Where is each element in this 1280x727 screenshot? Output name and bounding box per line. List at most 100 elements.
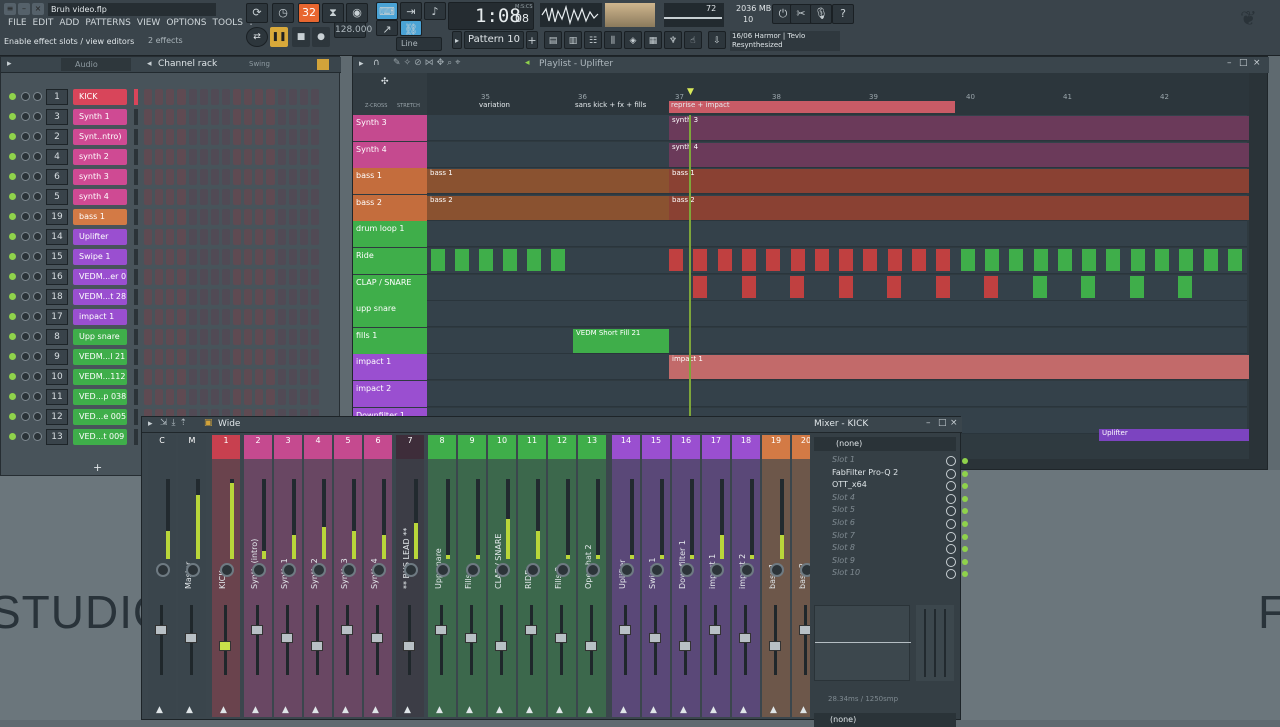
step-button[interactable] [210,149,219,165]
fader-cap[interactable] [709,625,721,635]
channel-pan-knob[interactable] [21,352,30,361]
mixer-pan-knob[interactable] [526,563,540,577]
channel-pan-knob[interactable] [21,332,30,341]
pattern-clip[interactable]: synth 3 [669,116,1249,140]
mixer-close-button[interactable]: × [950,418,958,428]
step-button[interactable] [166,229,175,245]
channel-row[interactable]: 19 bass 1 [1,207,341,227]
step-button[interactable] [188,269,197,285]
fader-cap[interactable] [155,625,167,635]
mixer-pan-knob[interactable] [710,563,724,577]
channel-mute-led[interactable] [9,93,16,100]
metronome-icon[interactable]: ◷ [272,3,294,23]
step-sequencer[interactable] [144,89,319,105]
channel-mixer-track[interactable]: 9 [46,349,68,365]
snap-tool-icon[interactable]: ∩ [373,58,380,68]
effect-slot[interactable]: Slot 9 [820,556,968,569]
step-button[interactable] [188,149,197,165]
step-button[interactable] [221,129,230,145]
pattern-clip[interactable] [1179,249,1194,271]
pattern-clip[interactable]: bass 2 [669,195,1249,220]
channel-row[interactable]: 1 KICK [1,87,341,107]
eq-faders[interactable] [916,605,954,681]
step-button[interactable] [310,129,319,145]
step-button[interactable] [233,169,242,185]
channel-mute-led[interactable] [9,213,16,220]
step-button[interactable] [155,309,164,325]
step-button[interactable] [166,209,175,225]
step-button[interactable] [233,229,242,245]
route-arrow-icon[interactable]: ▲ [620,705,627,715]
channel-mute-led[interactable] [9,393,16,400]
channel-name-button[interactable]: VEDM...t 28 [73,289,127,305]
menu-item-add[interactable]: ADD [59,18,79,28]
step-button[interactable] [288,349,297,365]
route-arrow-icon[interactable]: ▲ [710,705,717,715]
step-button[interactable] [199,229,208,245]
step-button[interactable] [199,349,208,365]
fader-cap[interactable] [769,641,781,651]
time-marker[interactable]: sans kick + fx + fills [573,101,665,113]
route-arrow-icon[interactable]: ▲ [740,705,747,715]
step-button[interactable] [244,189,253,205]
step-button[interactable] [266,109,275,125]
mixer-track-number[interactable]: 1 [212,435,240,459]
channel-mixer-track[interactable]: 14 [46,229,68,245]
pattern-clip[interactable]: Uplifter [1099,429,1249,441]
step-button[interactable] [310,169,319,185]
step-button[interactable] [255,309,264,325]
step-button[interactable] [277,309,286,325]
record-button[interactable]: ● [312,27,330,47]
step-button[interactable] [155,89,164,105]
channel-volume-knob[interactable] [33,252,42,261]
mixer-strip[interactable]: 9 Fills ▲ [458,435,486,717]
step-button[interactable] [233,329,242,345]
step-button[interactable] [199,289,208,305]
pattern-clip[interactable]: bass 1 [427,169,669,194]
fader-cap[interactable] [679,641,691,651]
step-button[interactable] [299,109,308,125]
time-marker[interactable]: variation [477,101,567,113]
step-button[interactable] [210,209,219,225]
mixer-volume-fader[interactable] [804,605,807,675]
menu-item-edit[interactable]: EDIT [33,18,54,28]
pattern-clip[interactable] [741,275,756,298]
step-button[interactable] [166,189,175,205]
pattern-clip[interactable] [1057,249,1072,271]
channel-pan-knob[interactable] [21,312,30,321]
step-button[interactable] [277,169,286,185]
step-button[interactable] [177,369,186,385]
add-pattern-icon[interactable]: + [526,31,538,49]
mixer-strip[interactable]: 12 Fills 2 ▲ [548,435,576,717]
step-button[interactable] [233,89,242,105]
pattern-clip[interactable] [503,249,517,271]
step-button[interactable] [221,249,230,265]
snap-icon[interactable]: ↗ [376,20,398,36]
step-button[interactable] [144,189,153,205]
pattern-clip[interactable] [863,249,878,271]
slot-enable-led[interactable] [962,470,968,477]
pattern-clip[interactable] [912,249,926,271]
step-button[interactable] [277,229,286,245]
step-button[interactable] [255,329,264,345]
mixer-volume-fader[interactable] [590,605,593,675]
close-button[interactable]: × [32,3,44,15]
pattern-clip[interactable] [1203,249,1218,271]
step-button[interactable] [177,89,186,105]
step-button[interactable] [244,389,253,405]
route-arrow-icon[interactable]: ▲ [586,705,593,715]
pattern-clip[interactable] [1130,249,1145,271]
channel-mixer-track[interactable]: 3 [46,109,68,125]
channel-volume-knob[interactable] [33,112,42,121]
mixer-volume-fader[interactable] [440,605,443,675]
channel-pan-knob[interactable] [21,172,30,181]
step-button[interactable] [266,269,275,285]
playlist-icon[interactable]: ▤ [544,31,562,49]
mixer-volume-fader[interactable] [316,605,319,675]
channel-mute-led[interactable] [9,253,16,260]
time-display[interactable]: 1:08 08 M:S:CS [448,2,534,30]
step-button[interactable] [299,209,308,225]
pattern-clip[interactable] [790,275,804,298]
step-button[interactable] [144,289,153,305]
channel-volume-knob[interactable] [33,232,42,241]
